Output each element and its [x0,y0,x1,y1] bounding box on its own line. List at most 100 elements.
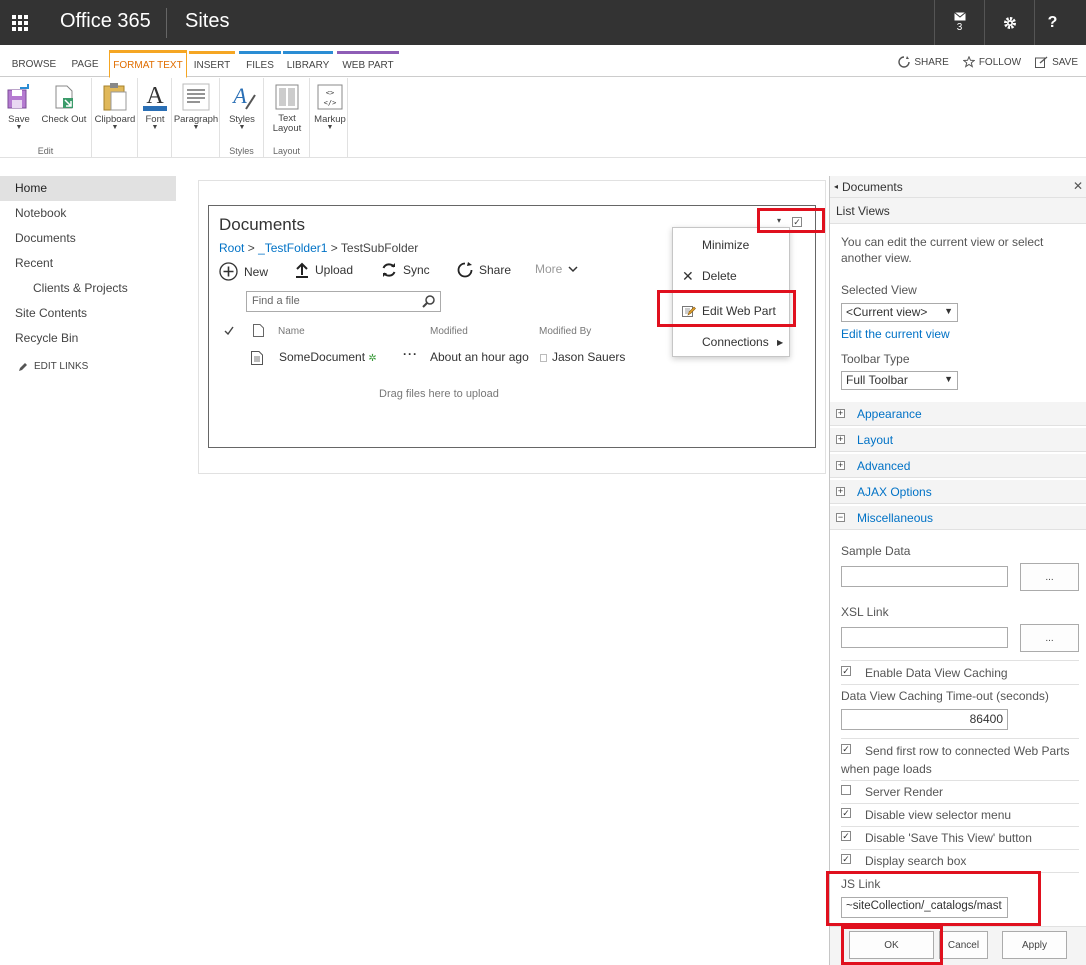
nav-item-recycle-bin[interactable]: Recycle Bin [0,326,176,351]
server-render-checkbox[interactable] [841,785,851,795]
settings-button[interactable] [984,0,1034,45]
web-part-select-checkbox[interactable]: ✓ [792,217,802,227]
tab-page[interactable]: PAGE [64,51,106,77]
close-icon[interactable]: ✕ [1073,179,1083,193]
breadcrumb-root[interactable]: Root [219,241,244,255]
tab-insert[interactable]: INSERT [189,51,235,77]
upload-label: Upload [315,263,354,277]
menu-item-delete[interactable]: ✕ Delete [673,262,789,290]
breadcrumb-folder[interactable]: _TestFolder1 [258,241,327,255]
xsl-link-browse-button[interactable]: ... [1020,624,1079,652]
toolbar-type-select[interactable]: Full Toolbar ▼ [841,371,958,390]
disable-view-selector-row: ✓ Disable view selector menu [841,806,1011,824]
sync-icon [382,263,396,277]
apply-button[interactable]: Apply [1002,931,1067,959]
font-button[interactable]: A Font ▼ [140,82,170,131]
nav-item-recent[interactable]: Recent [0,251,176,276]
display-search-checkbox[interactable]: ✓ [841,854,851,864]
document-name-link[interactable]: SomeDocument ✲ [279,350,377,364]
column-header-name[interactable]: Name [278,326,305,337]
nav-item-documents[interactable]: Documents [0,226,176,251]
tab-files[interactable]: FILES [239,51,281,77]
tab-web-part[interactable]: WEB PART [337,51,399,77]
tab-browse[interactable]: BROWSE [8,51,60,77]
app-launcher-button[interactable] [0,0,40,45]
edit-web-part-icon [682,305,696,317]
appearance-label: Appearance [857,406,922,421]
star-icon [962,56,975,68]
chevron-down-icon: ▼ [151,124,159,131]
save-action[interactable]: SAVE [1035,56,1078,68]
disable-view-selector-checkbox[interactable]: ✓ [841,808,851,818]
appearance-section-toggle[interactable]: + Appearance [830,402,1086,426]
upload-button[interactable]: Upload [295,262,353,278]
save-page-icon [1035,56,1048,68]
find-a-file-input[interactable]: Find a file [246,291,441,312]
layout-section-toggle[interactable]: + Layout [830,428,1086,452]
caching-timeout-input[interactable]: 86400 [841,709,1008,730]
selected-view-select[interactable]: <Current view> ▼ [841,303,958,322]
js-link-input[interactable]: ~siteCollection/_catalogs/mast [841,897,1008,918]
miscellaneous-section-toggle[interactable]: − Miscellaneous [830,506,1086,530]
select-all-checkmark-icon[interactable] [224,326,234,335]
sync-label: Sync [403,263,430,277]
ok-button[interactable]: OK [849,931,934,959]
disable-save-view-label: Disable 'Save This View' button [865,831,1032,845]
help-button[interactable]: ? [1034,0,1070,45]
mail-button[interactable]: 3 [934,0,984,45]
share-button[interactable]: Share [457,262,511,278]
ajax-options-section-toggle[interactable]: + AJAX Options [830,480,1086,504]
app-title[interactable]: Sites [185,10,229,33]
chevron-down-icon [568,265,578,272]
save-button[interactable]: Save ▼ [4,82,34,131]
sync-button[interactable]: Sync [381,262,430,278]
xsl-link-input[interactable] [841,627,1008,648]
ellipsis-menu-icon[interactable]: ··· [403,347,418,361]
chevron-left-icon[interactable]: ◂ [834,182,838,191]
disable-save-view-checkbox[interactable]: ✓ [841,831,851,841]
edit-current-view-link[interactable]: Edit the current view [841,327,950,341]
column-header-modified-by[interactable]: Modified By [539,326,591,337]
web-part-title[interactable]: Documents [219,215,305,235]
nav-item-notebook[interactable]: Notebook [0,201,176,226]
send-first-row-label-2: when page loads [841,762,932,776]
web-part-menu-arrow-icon[interactable]: ▾ [777,216,781,225]
follow-action[interactable]: FOLLOW [962,56,1021,68]
advanced-section-toggle[interactable]: + Advanced [830,454,1086,478]
sample-data-input[interactable] [841,566,1008,587]
enable-caching-checkbox[interactable]: ✓ [841,666,851,676]
svg-text:<>: <> [326,89,334,97]
share-icon [457,262,473,278]
nav-item-home[interactable]: Home [0,176,176,201]
column-header-modified[interactable]: Modified [430,326,468,337]
share-action[interactable]: SHARE [898,56,949,68]
send-first-row-label-1: Send first row to connected Web Parts [865,744,1070,758]
delete-label: Delete [702,269,737,283]
tab-library[interactable]: LIBRARY [283,51,333,77]
edit-links-label: EDIT LINKS [34,361,89,372]
tab-format-text[interactable]: FORMAT TEXT [109,50,187,78]
styles-button[interactable]: A Styles ▼ [226,82,258,131]
menu-item-minimize[interactable]: Minimize [673,231,789,259]
paragraph-button[interactable]: Paragraph ▼ [173,82,219,131]
list-views-title: List Views [836,203,890,218]
more-button[interactable]: More [535,262,578,276]
nav-item-site-contents[interactable]: Site Contents [0,301,176,326]
check-out-button[interactable]: Check Out [38,82,90,125]
pencil-icon [19,362,27,371]
menu-item-edit-web-part[interactable]: Edit Web Part [673,297,789,325]
new-button[interactable]: New [219,262,268,281]
brand-title[interactable]: Office 365 [60,10,151,33]
document-modified-by[interactable]: Jason Sauers [552,350,625,364]
edit-links-button[interactable]: EDIT LINKS [0,361,176,372]
send-first-row-checkbox[interactable]: ✓ [841,744,851,754]
sample-data-browse-button[interactable]: ... [1020,563,1079,591]
web-part-tool-pane: ◂ Documents ✕ List Views You can edit th… [829,176,1086,965]
menu-item-connections[interactable]: Connections ▶ [673,328,789,356]
cancel-button[interactable]: Cancel [939,931,988,959]
markup-button[interactable]: <> </> Markup ▼ [313,82,347,131]
text-layout-button[interactable]: Text Layout [268,82,306,134]
nav-item-clients-projects[interactable]: Clients & Projects [0,276,176,301]
mail-count: 3 [956,22,963,33]
clipboard-button[interactable]: Clipboard ▼ [94,82,136,131]
